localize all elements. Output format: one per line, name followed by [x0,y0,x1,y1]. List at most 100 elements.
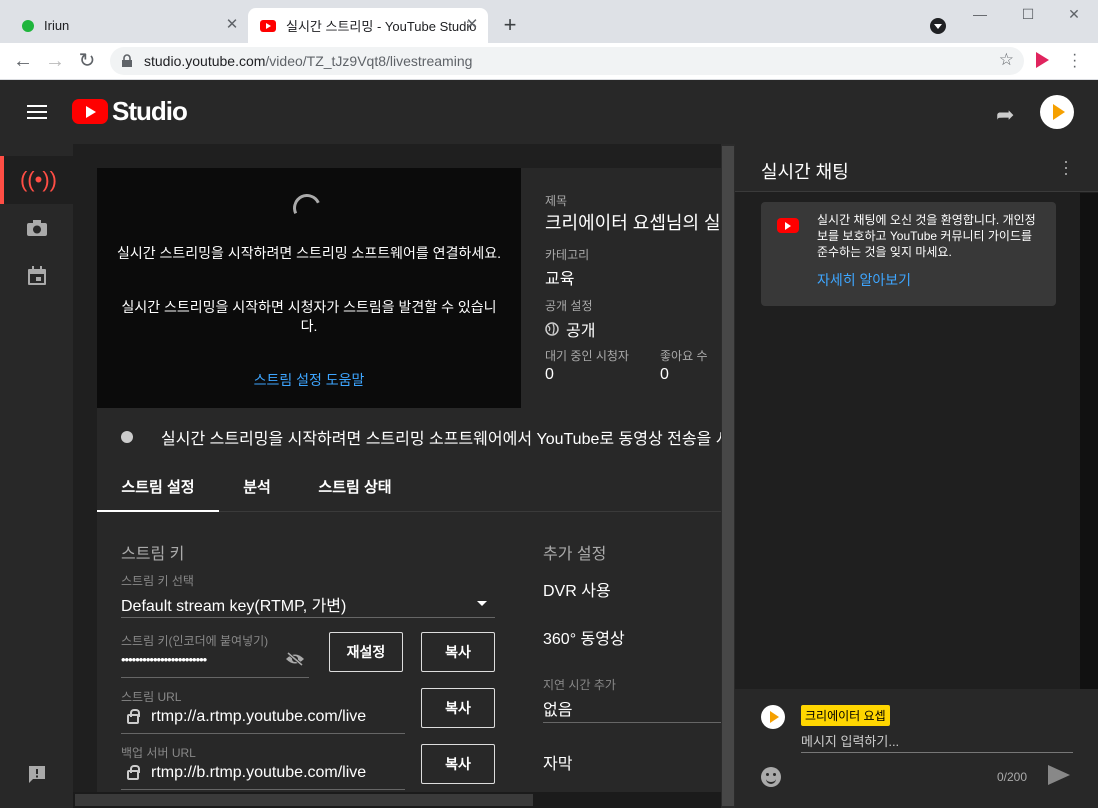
stream-key-select[interactable]: Default stream key(RTMP, 가변) [121,592,346,616]
likes-label: 좋아요 수 [660,349,708,363]
key-select-label: 스트림 키 선택 [121,574,194,588]
waiting-viewers-value: 0 [545,366,554,383]
forward-arrow-icon[interactable]: → [44,50,66,72]
video-360-option[interactable]: 360° 동영상 [543,625,625,649]
bookmark-star-icon[interactable]: ☆ [999,50,1014,70]
tab-title: 실시간 스트리밍 - YouTube Studio [286,19,476,34]
chat-message-input[interactable]: 메시지 입력하기... [801,731,1073,753]
backup-url-field[interactable]: rtmp://b.rtmp.youtube.com/live [151,764,366,782]
reset-key-button[interactable]: 재설정 [329,632,403,672]
scroll-thumb[interactable] [75,794,533,806]
feedback-icon [28,766,45,783]
stream-url-field[interactable]: rtmp://a.rtmp.youtube.com/live [151,708,366,726]
window-close-icon[interactable]: ✕ [1064,6,1084,23]
tab-close-icon[interactable]: ✕ [224,17,240,33]
backup-url-label: 백업 서버 URL [121,746,196,760]
tab-search-icon[interactable] [930,18,946,34]
captions-option[interactable]: 자막 [543,750,572,774]
browser-menu-icon[interactable]: · · · [1072,47,1077,75]
browser-tab-strip: Iriun ✕ 실시간 스트리밍 - YouTube Studio ✕ + — … [0,0,1098,43]
url-host: studio.youtube.com [144,53,266,69]
chat-input-area: 크리에이터 요셉 메시지 입력하기... 0/200 [735,689,1098,808]
account-avatar[interactable] [1040,95,1074,129]
browser-tab-studio[interactable]: 실시간 스트리밍 - YouTube Studio ✕ [248,8,488,43]
tab-analytics[interactable]: 분석 [219,464,295,512]
tab-close-icon[interactable]: ✕ [464,17,480,33]
copy-key-button[interactable]: 복사 [421,632,495,672]
stream-key-section-title: 스트림 키 [121,546,185,563]
share-arrow-icon[interactable]: ➦ [996,102,1014,128]
send-icon[interactable] [1048,765,1070,785]
minimize-icon[interactable]: — [970,6,990,22]
iriun-favicon-icon [22,19,34,32]
studio-header: Studio ➦ [0,80,1098,144]
url-path: /video/TZ_tJz9Vqt8/livestreaming [265,53,473,69]
privacy-value: 공개 [566,323,596,340]
maximize-icon[interactable]: ☐ [1018,6,1038,23]
latency-underline [543,722,721,723]
chat-header: 실시간 채팅 · · · [735,144,1098,192]
main-content: 실시간 스트리밍을 시작하려면 스트리밍 소프트웨어를 연결하세요. 실시간 스… [73,144,721,792]
dropdown-arrow-icon[interactable] [477,601,487,606]
broadcast-icon: ((•)) [19,167,57,192]
preview-message-connect: 실시간 스트리밍을 시작하려면 스트리밍 소프트웨어를 연결하세요. [117,245,501,261]
stream-key-field[interactable]: •••••••••••••••••••••••• [121,652,207,667]
category-label: 카테고리 [545,248,590,262]
left-rail: ((•)) [0,144,73,808]
learn-more-link[interactable]: 자세히 알아보기 [817,270,911,290]
latency-select[interactable]: 없음 [543,696,572,720]
more-options-icon[interactable]: · · · [1061,152,1071,182]
lock-icon [127,765,140,780]
stream-metadata: 제목 크리에이터 요셉님의 실시간 스트림 카테고리 교육 공개 설정 공개 대… [521,168,721,408]
dvr-option[interactable]: DVR 사용 [543,577,611,601]
visibility-off-icon[interactable] [285,652,305,666]
address-bar[interactable]: studio.youtube.com/video/TZ_tJz9Vqt8/liv… [110,47,1024,75]
live-chat-panel: 실시간 채팅 · · · 실시간 채팅에 오신 것을 환영합니다. 개인정보를 보호… [735,144,1098,808]
tab-stream-health[interactable]: 스트림 상태 [295,464,415,512]
rail-item-webcam[interactable] [0,204,73,252]
welcome-text: 실시간 채팅에 오신 것을 환영합니다. 개인정보를 보호하고 YouTube … [817,213,1036,259]
privacy-value-row: 공개 [545,317,595,341]
youtube-logo-icon [777,218,799,233]
scroll-thumb[interactable] [722,146,734,806]
stream-setup-help-link[interactable]: 스트림 설정 도움말 [97,370,521,390]
play-icon [1052,104,1065,120]
emoji-icon[interactable] [761,767,781,787]
rail-item-stream[interactable]: ((•)) [0,156,73,204]
play-icon [770,711,779,723]
lock-icon [122,54,132,67]
youtube-logo-icon[interactable] [72,99,108,124]
stream-url-label: 스트림 URL [121,690,182,704]
extension-icon[interactable] [1036,52,1049,68]
reload-icon[interactable]: ↻ [76,50,98,72]
tab-title: Iriun [44,18,70,33]
stream-key-label: 스트림 키(인코더에 붙여넣기) [121,634,269,648]
stream-title: 크리에이터 요셉님의 실시간 스트림 [545,213,721,233]
rail-item-manage[interactable] [0,252,73,300]
waiting-viewers-label: 대기 중인 시청자 [545,349,629,363]
chat-welcome-message: 실시간 채팅에 오신 것을 환영합니다. 개인정보를 보호하고 YouTube … [761,202,1056,306]
new-tab-button[interactable]: + [498,13,522,37]
chat-title: 실시간 채팅 [761,162,849,182]
main-horizontal-scrollbar[interactable] [73,792,721,808]
chat-author-name: 크리에이터 요셉 [801,705,890,726]
browser-tab-iriun[interactable]: Iriun ✕ [8,8,248,43]
copy-url-button[interactable]: 복사 [421,688,495,728]
settings-tabs: 스트림 설정 분석 스트림 상태 [97,464,721,512]
chat-author-avatar [761,705,785,729]
rail-item-feedback[interactable] [0,750,73,798]
select-underline [121,617,495,618]
studio-logo-text[interactable]: Studio [112,96,188,127]
character-counter: 0/200 [997,770,1028,784]
copy-backup-url-button[interactable]: 복사 [421,744,495,784]
chat-scrollbar[interactable] [1080,193,1098,689]
tab-stream-settings[interactable]: 스트림 설정 [97,464,219,512]
globe-icon [545,322,559,336]
menu-icon[interactable] [27,105,47,123]
camera-icon [26,220,47,236]
stream-settings-panel: 스트림 설정 분석 스트림 상태 스트림 키 스트림 키 선택 Default … [97,464,721,792]
main-vertical-scrollbar[interactable] [721,144,735,808]
category-value: 교육 [545,271,575,288]
backup-underline [121,789,405,790]
back-arrow-icon[interactable]: ← [12,50,34,72]
